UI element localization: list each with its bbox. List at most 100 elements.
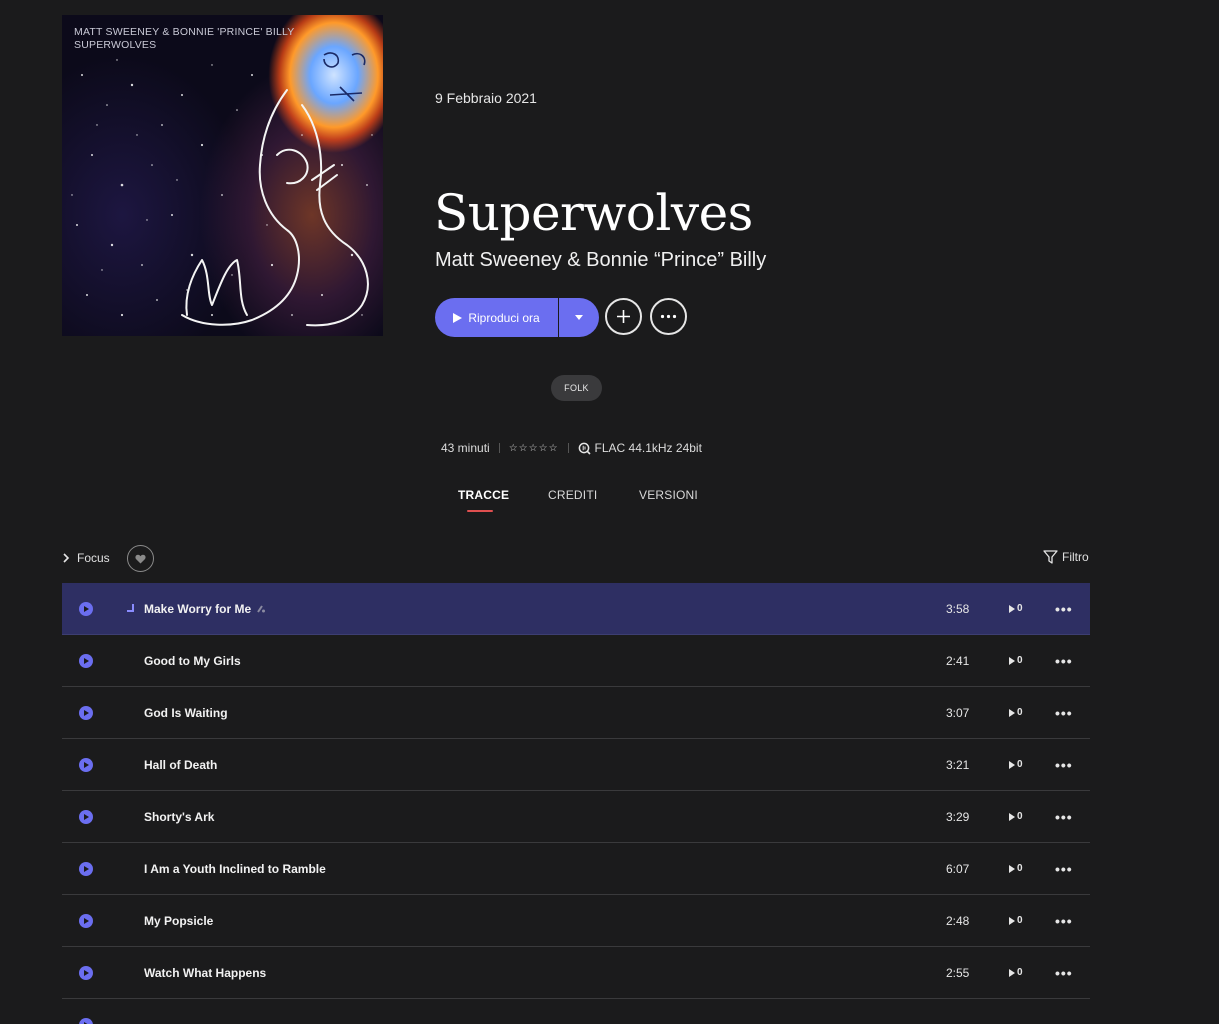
play-icon <box>453 312 463 323</box>
play-track-icon[interactable] <box>79 914 93 928</box>
album-tabs: TRACCE CREDITI VERSIONI <box>0 488 1219 518</box>
track-play-count: 0 <box>1009 915 1023 926</box>
play-count-value: 0 <box>1017 915 1023 926</box>
play-count-value: 0 <box>1017 603 1023 614</box>
filter-label: Filtro <box>1062 550 1089 564</box>
divider <box>498 443 500 453</box>
track-duration: 3:58 <box>946 602 970 616</box>
track-more-icon[interactable]: ••• <box>1055 706 1073 720</box>
cover-text-artist: MATT SWEENEY & BONNIE 'PRINCE' BILLY <box>74 26 295 38</box>
track-duration: 2:48 <box>946 914 970 928</box>
play-count-icon <box>1009 656 1015 665</box>
now-playing-icon <box>127 604 134 612</box>
play-track-icon[interactable] <box>79 602 93 616</box>
cover-title-text: MATT SWEENEY & BONNIE 'PRINCE' BILLY SUP… <box>74 26 294 52</box>
hires-badge-icon <box>257 605 266 613</box>
track-duration: 2:55 <box>946 966 970 980</box>
track-play-count: 0 <box>1009 707 1023 718</box>
track-play-count: 0 <box>1009 603 1023 614</box>
track-more-icon[interactable]: ••• <box>1055 758 1073 772</box>
track-duration: 2:41 <box>946 654 970 668</box>
genre-chip[interactable]: FOLK <box>551 375 602 401</box>
track-row[interactable] <box>62 999 1090 1024</box>
audio-quality: FLAC 44.1kHz 24bit <box>578 441 702 455</box>
track-title: Watch What Happens <box>144 966 267 980</box>
chevron-down-icon <box>575 315 583 320</box>
track-row[interactable]: Shorty's Ark 3:29 0 ••• <box>62 791 1090 843</box>
more-icon <box>660 314 677 319</box>
album-cover: MATT SWEENEY & BONNIE 'PRINCE' BILLY SUP… <box>62 15 383 336</box>
track-duration: 3:29 <box>946 810 970 824</box>
play-now-button[interactable]: Riproduci ora <box>435 298 558 337</box>
add-to-library-button[interactable] <box>605 298 642 335</box>
track-more-icon[interactable]: ••• <box>1055 810 1073 824</box>
track-more-icon[interactable]: ••• <box>1055 862 1073 876</box>
track-play-count: 0 <box>1009 967 1023 978</box>
track-title: Hall of Death <box>144 758 218 772</box>
track-more-icon[interactable]: ••• <box>1055 966 1073 980</box>
cover-text-album: SUPERWOLVES <box>74 39 157 51</box>
play-track-icon[interactable] <box>79 758 93 772</box>
track-more-icon[interactable]: ••• <box>1055 654 1073 668</box>
tab-versions[interactable]: VERSIONI <box>639 488 698 502</box>
album-title: Superwolves <box>434 184 753 242</box>
play-count-icon <box>1009 812 1015 821</box>
cover-artwork <box>71 52 373 327</box>
tab-tracks[interactable]: TRACCE <box>458 488 509 502</box>
play-count-icon <box>1009 916 1015 925</box>
focus-toggle[interactable]: Focus <box>62 551 110 565</box>
track-title: My Popsicle <box>144 914 214 928</box>
audio-quality-label: FLAC 44.1kHz 24bit <box>594 441 702 455</box>
play-track-icon[interactable] <box>79 862 93 876</box>
play-count-value: 0 <box>1017 863 1023 874</box>
play-count-icon <box>1009 760 1015 769</box>
release-date: 9 Febbraio 2021 <box>435 90 537 106</box>
track-more-icon[interactable]: ••• <box>1055 914 1073 928</box>
quality-magnifier-icon <box>578 442 591 455</box>
chevron-right-icon <box>63 553 70 563</box>
track-row[interactable]: My Popsicle 2:48 0 ••• <box>62 895 1090 947</box>
track-row[interactable]: I Am a Youth Inclined to Ramble 6:07 0 •… <box>62 843 1090 895</box>
play-count-icon <box>1009 864 1015 873</box>
play-track-icon[interactable] <box>79 810 93 824</box>
track-play-count: 0 <box>1009 811 1023 822</box>
play-count-value: 0 <box>1017 811 1023 822</box>
play-track-icon[interactable] <box>79 1018 93 1024</box>
track-title: Make Worry for Me <box>144 602 266 616</box>
track-list: Make Worry for Me 3:58 0 ••• Good to My … <box>62 583 1090 1024</box>
track-title: Shorty's Ark <box>144 810 215 824</box>
play-count-value: 0 <box>1017 707 1023 718</box>
track-duration: 6:07 <box>946 862 970 876</box>
play-count-icon <box>1009 708 1015 717</box>
artist-name[interactable]: Matt Sweeney & Bonnie “Prince” Billy <box>435 249 766 272</box>
track-more-icon[interactable]: ••• <box>1055 602 1073 616</box>
filter-button[interactable]: Filtro <box>1043 550 1089 564</box>
play-count-value: 0 <box>1017 967 1023 978</box>
track-row[interactable]: Hall of Death 3:21 0 ••• <box>62 739 1090 791</box>
track-title: Good to My Girls <box>144 654 241 668</box>
track-play-count: 0 <box>1009 863 1023 874</box>
play-count-value: 0 <box>1017 759 1023 770</box>
plus-icon <box>617 310 630 323</box>
heart-icon <box>135 554 146 563</box>
track-row[interactable]: Good to My Girls 2:41 0 ••• <box>62 635 1090 687</box>
track-row[interactable]: Make Worry for Me 3:58 0 ••• <box>62 583 1090 635</box>
play-track-icon[interactable] <box>79 706 93 720</box>
track-row[interactable]: God Is Waiting 3:07 0 ••• <box>62 687 1090 739</box>
play-count-value: 0 <box>1017 655 1023 666</box>
track-duration: 3:07 <box>946 706 970 720</box>
track-row[interactable]: Watch What Happens 2:55 0 ••• <box>62 947 1090 999</box>
play-track-icon[interactable] <box>79 654 93 668</box>
track-title: I Am a Youth Inclined to Ramble <box>144 862 326 876</box>
track-play-count: 0 <box>1009 759 1023 770</box>
play-track-icon[interactable] <box>79 966 93 980</box>
tab-credits[interactable]: CREDITI <box>548 488 597 502</box>
rating-stars[interactable]: ☆☆☆☆☆ <box>509 443 559 454</box>
track-duration: 3:21 <box>946 758 970 772</box>
play-count-icon <box>1009 968 1015 977</box>
play-options-dropdown[interactable] <box>559 298 599 337</box>
filter-icon <box>1043 550 1058 564</box>
more-options-button[interactable] <box>650 298 687 335</box>
album-page: MATT SWEENEY & BONNIE 'PRINCE' BILLY SUP… <box>0 0 1219 1024</box>
favorite-button[interactable] <box>127 545 154 572</box>
